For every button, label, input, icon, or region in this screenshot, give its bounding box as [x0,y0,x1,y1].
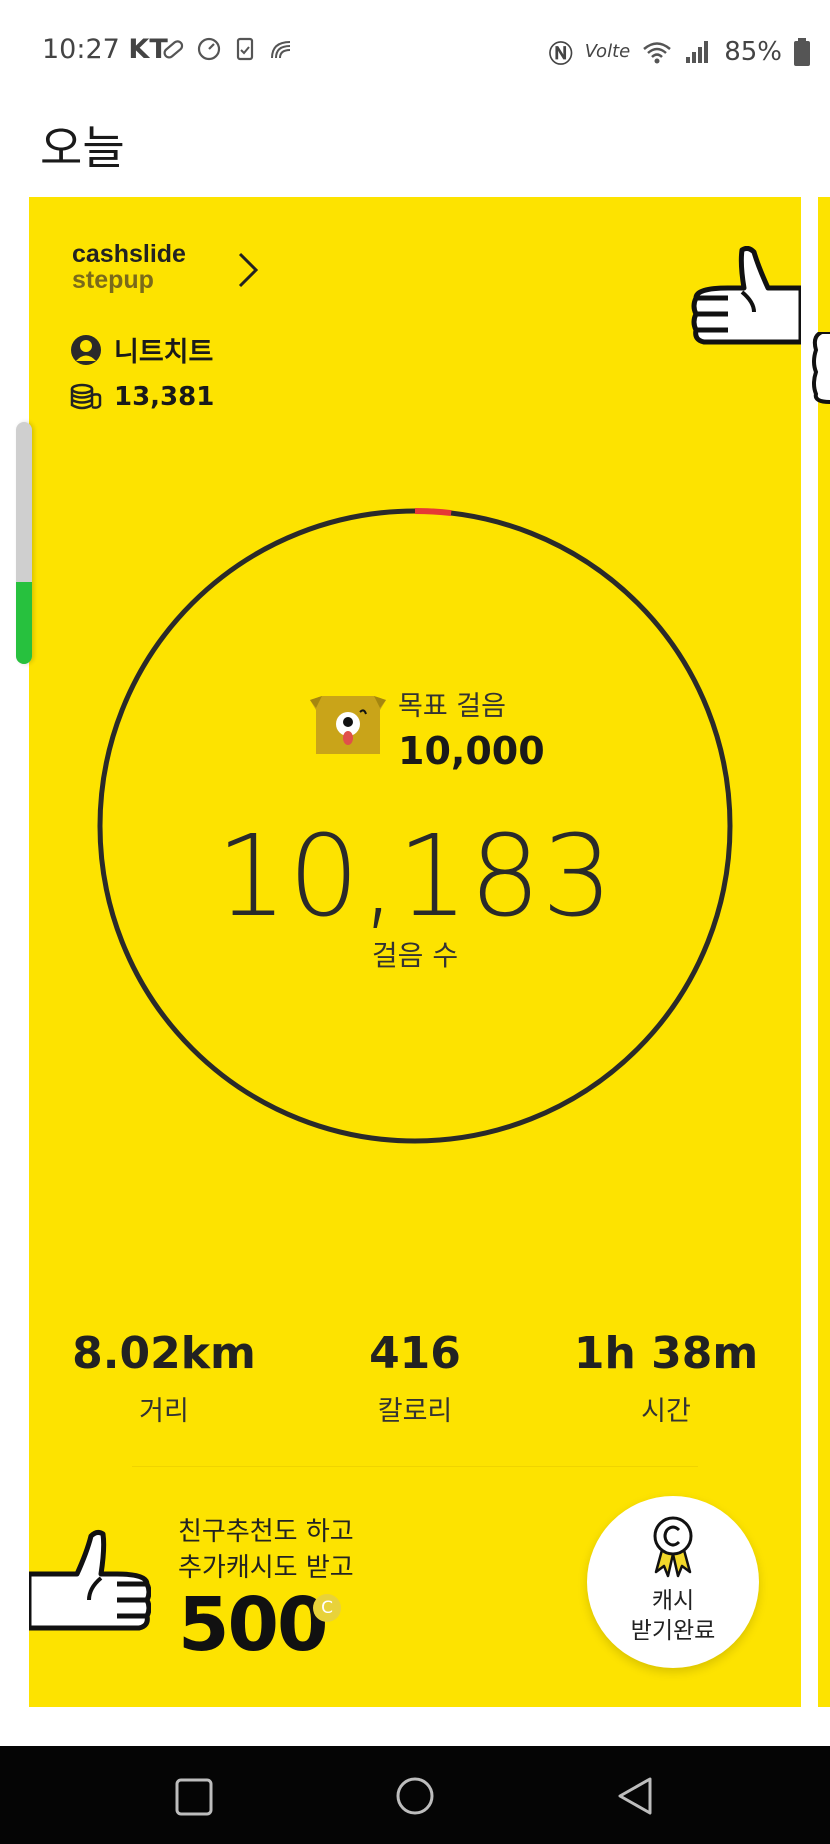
cash-button-line-2: 받기완료 [630,1618,716,1644]
coin-row: 13,381 [70,382,214,412]
battery-icon [794,37,810,66]
side-scrollbar-fill [16,582,32,664]
user-row[interactable]: 니트치트 [70,330,213,369]
user-name: 니트치트 [114,337,214,368]
cash-button-line-1: 캐시 [651,1588,695,1614]
cash-claimed-button[interactable]: 캐시 받기완료 [587,1496,759,1668]
brand-top: cashslide [72,240,186,268]
stat-time: 1h 38m 시간 [551,1328,781,1428]
home-icon[interactable] [395,1776,435,1816]
step-count-label: 걸음 수 [371,939,459,972]
back-icon[interactable] [616,1776,654,1816]
coin-stack-icon [70,383,102,410]
nfc-wave-icon [271,41,291,59]
recent-apps-icon[interactable] [175,1778,213,1816]
coin-balance: 13,381 [114,382,215,412]
promo-line-1: 친구추천도 하고 [178,1517,354,1547]
next-card-peek[interactable] [818,197,830,1707]
brand-bottom: stepup [72,266,154,294]
stat-calories: 416 칼로리 [300,1328,530,1428]
distance-value: 8.02km [72,1328,256,1379]
signal-icon [686,40,709,63]
goal-info: 목표 걸음 10,000 [398,684,545,773]
time-value: 1h 38m [573,1328,759,1379]
status-bar: 10:27 KT Ⓝ Volte 85% [0,0,830,100]
progress-overflow-arc [414,508,452,517]
cash-button-text: 캐시 받기완료 [587,1586,759,1646]
thumbs-up-left-icon [29,1529,151,1631]
volte-label: Volte [584,41,631,62]
pill-icon [163,40,184,59]
thumbs-up-peek-icon [812,332,830,404]
cash-coin-icon: C [313,1594,341,1622]
divider [132,1466,698,1467]
promo-line-2: 추가캐시도 받고 [178,1553,354,1583]
referral-promo[interactable]: 친구추천도 하고 추가캐시도 받고 [178,1514,354,1586]
distance-label: 거리 [139,1396,189,1427]
status-right: Ⓝ Volte 85% [549,34,810,69]
promo-amount: 500 [178,1582,328,1668]
thumbs-up-icon [691,246,801,345]
phone-check-icon [236,37,254,61]
nfc-icon: Ⓝ [548,40,573,68]
step-count: 10,183 [216,812,614,942]
goal-label: 목표 걸음 [398,691,506,722]
calories-value: 416 [369,1328,461,1379]
chevron-right-icon[interactable] [236,250,260,290]
status-time: 10:27 KT [42,34,168,65]
medal-icon [653,1516,693,1578]
clock: 10:27 [42,34,120,65]
navigation-bar [0,1746,830,1844]
user-avatar-icon [71,334,101,365]
dog-mascot-icon [310,696,386,754]
stat-distance: 8.02km 거리 [49,1328,279,1428]
battery-percent: 85% [724,36,782,67]
gauge-icon [197,37,221,61]
goal-value: 10,000 [398,729,545,773]
page-title: 오늘 [40,121,125,175]
time-label: 시간 [641,1396,691,1427]
wifi-icon [643,41,672,63]
notification-icons [160,36,294,62]
calories-label: 칼로리 [377,1396,453,1427]
brand-logo[interactable]: cashslide stepup [72,241,186,293]
